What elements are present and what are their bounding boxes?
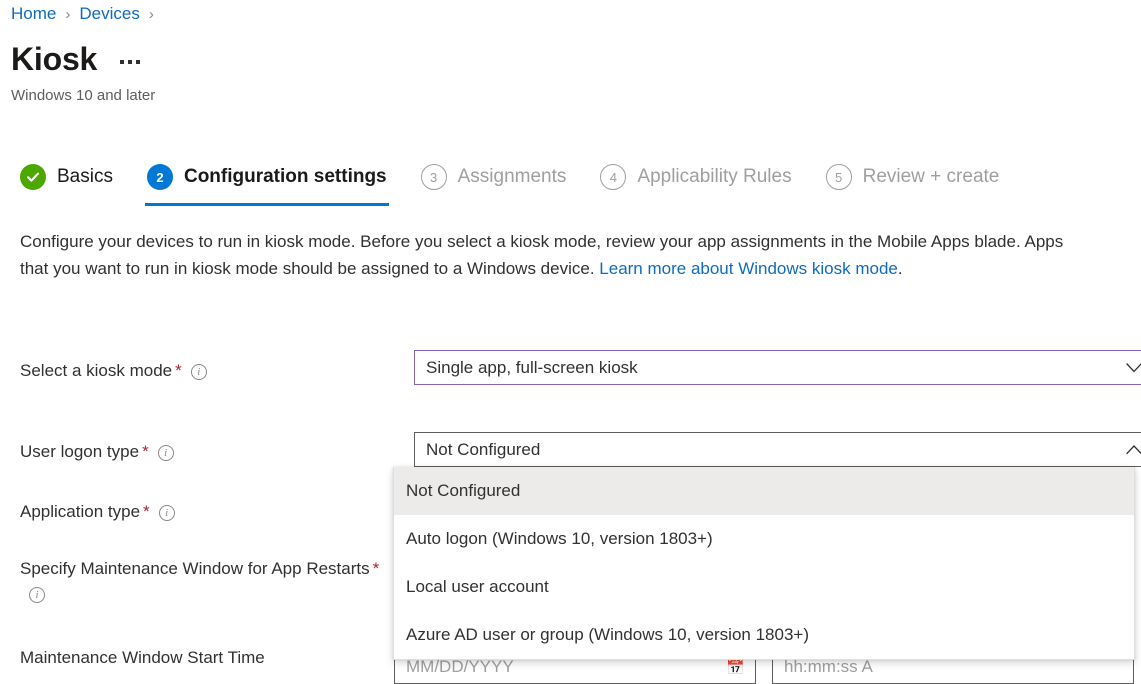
kiosk-mode-value: Single app, full-screen kiosk [415, 358, 1115, 378]
wizard-steps: Basics 2 Configuration settings 3 Assign… [18, 158, 1031, 206]
wizard-step-label: Basics [57, 166, 113, 188]
info-icon[interactable]: i [158, 445, 174, 461]
user-logon-type-value: Not Configured [415, 440, 1115, 460]
ellipsis-dot [120, 60, 124, 64]
user-logon-type-dropdown-panel: Not Configured Auto logon (Windows 10, v… [393, 467, 1135, 660]
step-number-badge: 3 [421, 164, 447, 190]
info-icon[interactable]: i [191, 364, 207, 380]
breadcrumb-item-home[interactable]: Home [11, 4, 56, 24]
application-type-label: Application type* i [20, 499, 380, 524]
check-circle-icon [20, 164, 46, 190]
maintenance-start-time-label: Maintenance Window Start Time [20, 645, 380, 670]
ellipsis-dot [136, 60, 140, 64]
required-asterisk: * [175, 361, 182, 380]
ellipsis-dot [128, 60, 132, 64]
description-text-end: . [898, 259, 903, 278]
wizard-step-basics[interactable]: Basics [18, 158, 115, 196]
page-header: Kiosk [11, 38, 143, 80]
maintenance-window-label-text: Specify Maintenance Window for App Resta… [20, 559, 370, 578]
dropdown-option-not-configured[interactable]: Not Configured [394, 467, 1134, 515]
page-description: Configure your devices to run in kiosk m… [20, 228, 1082, 282]
wizard-step-label: Review + create [863, 166, 1000, 188]
breadcrumb-item-devices[interactable]: Devices [79, 4, 139, 24]
user-logon-type-label: User logon type* i [20, 439, 380, 464]
application-type-label-text: Application type [20, 502, 140, 521]
more-options-icon[interactable] [117, 56, 143, 68]
dropdown-option-azure-ad-user-or-group[interactable]: Azure AD user or group (Windows 10, vers… [394, 611, 1134, 659]
breadcrumb-separator-icon: › [149, 6, 154, 23]
active-step-underline [145, 203, 389, 206]
required-asterisk: * [143, 502, 150, 521]
dropdown-option-auto-logon[interactable]: Auto logon (Windows 10, version 1803+) [394, 515, 1134, 563]
user-logon-type-label-text: User logon type [20, 442, 139, 461]
wizard-step-label: Configuration settings [184, 166, 387, 188]
wizard-step-label: Assignments [458, 166, 567, 188]
wizard-step-review-create[interactable]: 5 Review + create [824, 158, 1002, 196]
breadcrumb: Home › Devices › [11, 0, 163, 28]
kiosk-mode-dropdown[interactable]: Single app, full-screen kiosk [414, 350, 1141, 385]
page-title: Kiosk [11, 38, 97, 80]
wizard-step-configuration-settings[interactable]: 2 Configuration settings [145, 158, 389, 196]
info-icon[interactable]: i [29, 587, 45, 603]
breadcrumb-separator-icon: › [65, 6, 70, 23]
maintenance-window-label: Specify Maintenance Window for App Resta… [20, 556, 380, 606]
required-asterisk: * [142, 442, 149, 461]
wizard-step-assignments[interactable]: 3 Assignments [419, 158, 569, 196]
dropdown-option-local-user-account[interactable]: Local user account [394, 563, 1134, 611]
page-subtitle: Windows 10 and later [11, 87, 155, 104]
description-text: Configure your devices to run in kiosk m… [20, 232, 1063, 278]
kiosk-mode-label-text: Select a kiosk mode [20, 361, 172, 380]
step-number-badge: 5 [826, 164, 852, 190]
info-icon[interactable]: i [159, 505, 175, 521]
wizard-step-applicability-rules[interactable]: 4 Applicability Rules [598, 158, 793, 196]
chevron-down-icon [1115, 363, 1141, 373]
kiosk-mode-label: Select a kiosk mode* i [20, 358, 380, 383]
step-number-badge: 4 [600, 164, 626, 190]
chevron-up-icon [1115, 445, 1141, 455]
calendar-icon[interactable]: 📅 [726, 658, 745, 676]
wizard-step-label: Applicability Rules [637, 166, 791, 188]
user-logon-type-dropdown[interactable]: Not Configured [414, 432, 1141, 467]
learn-more-link[interactable]: Learn more about Windows kiosk mode [599, 259, 898, 278]
step-number-badge: 2 [147, 164, 173, 190]
required-asterisk: * [373, 559, 380, 578]
